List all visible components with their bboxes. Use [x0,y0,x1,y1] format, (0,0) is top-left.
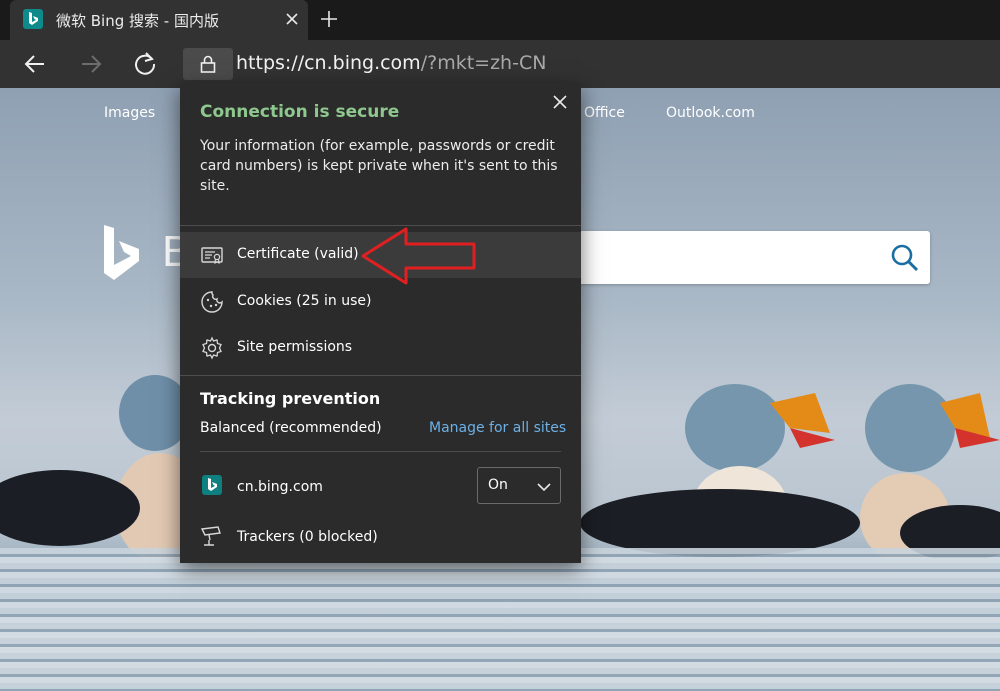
certificate-icon [200,243,224,267]
certificate-label: Certificate (valid) [237,246,359,262]
gear-icon [200,336,224,360]
trackers-icon [200,524,224,548]
close-icon[interactable] [551,93,569,111]
tracking-prevention-title: Tracking prevention [200,389,381,408]
nav-images-link[interactable]: Images [104,105,155,121]
bing-favicon-icon [23,9,43,29]
search-input[interactable] [560,231,930,284]
divider [200,451,561,452]
site-permissions-item[interactable]: Site permissions [180,325,581,371]
annotation-arrow-icon [361,227,476,285]
cookie-icon [200,290,224,314]
refresh-icon[interactable] [132,51,158,77]
url-host: https://cn.bing.com [236,52,421,74]
close-tab-icon[interactable] [282,9,302,29]
nav-office-link[interactable]: Office [584,105,625,121]
url-path: /?mkt=zh-CN [420,52,547,74]
trackers-item[interactable]: Trackers (0 blocked) [237,529,378,545]
bing-logo[interactable]: B [102,223,191,287]
site-info-popup: Connection is secure Your information (f… [180,83,581,563]
cookies-label: Cookies (25 in use) [237,293,372,309]
address-toolbar: https://cn.bing.com/?mkt=zh-CN [0,40,1000,88]
connection-status-title: Connection is secure [200,102,400,122]
site-info-button[interactable] [183,48,233,80]
tab-title: 微软 Bing 搜索 - 国内版 [56,12,219,30]
bing-site-icon [202,475,222,495]
divider [180,375,581,376]
site-permissions-label: Site permissions [237,339,353,355]
dropdown-value: On [488,477,508,493]
back-arrow-icon[interactable] [22,51,48,77]
forward-arrow-icon[interactable] [78,51,104,77]
connection-description: Your information (for example, passwords… [200,138,558,194]
nav-outlook-link[interactable]: Outlook.com [666,105,755,121]
chevron-down-icon [536,479,552,493]
tracking-toggle-dropdown[interactable]: On [477,467,561,504]
tracking-mode: Balanced (recommended) [200,420,382,436]
lock-icon [200,55,216,73]
manage-all-sites-link[interactable]: Manage for all sites [429,420,566,436]
water-reflection [0,548,1000,691]
plus-icon[interactable] [318,8,340,30]
address-bar[interactable]: https://cn.bing.com/?mkt=zh-CN [236,52,546,74]
tab-strip: 微软 Bing 搜索 - 国内版 [0,0,1000,40]
site-name: cn.bing.com [237,479,323,495]
browser-tab[interactable]: 微软 Bing 搜索 - 国内版 [10,0,308,40]
search-icon[interactable] [890,243,920,273]
